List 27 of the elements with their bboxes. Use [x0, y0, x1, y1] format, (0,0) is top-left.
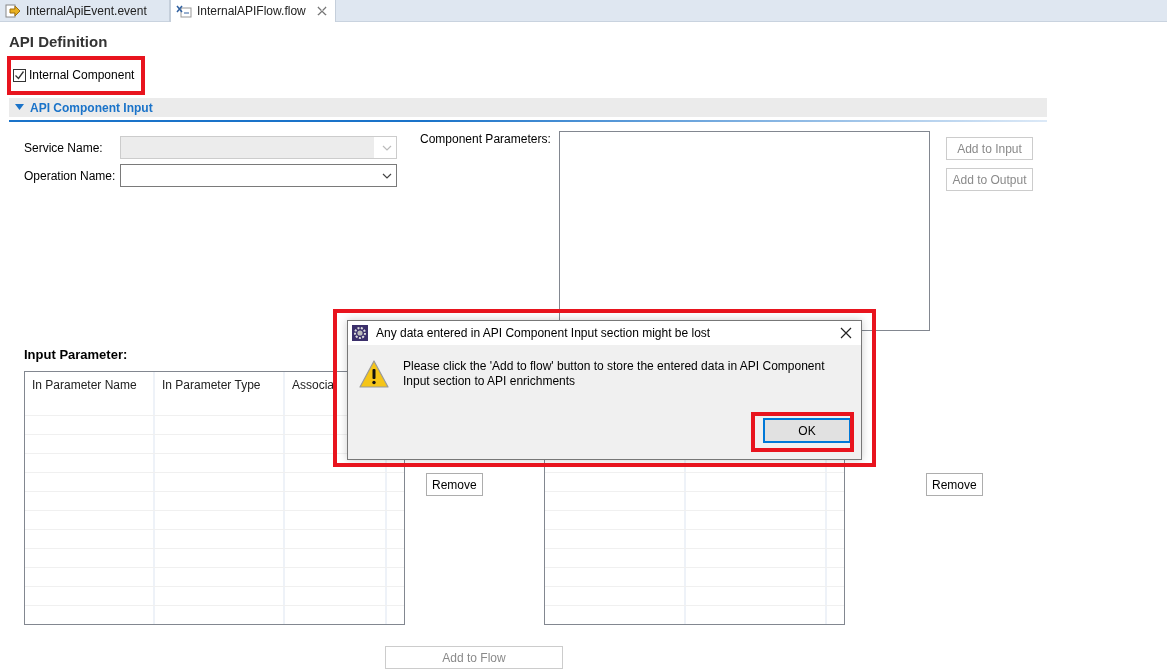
gear-app-icon	[352, 325, 368, 341]
expand-triangle-icon	[15, 104, 24, 111]
close-icon[interactable]	[840, 327, 852, 339]
internal-component-checkbox[interactable]: Internal Component	[9, 68, 135, 82]
remove-button[interactable]: Remove	[426, 473, 483, 496]
field-label: Component Parameters:	[420, 132, 552, 146]
dropdown-field[interactable]	[120, 164, 397, 187]
column-header: In Parameter Type	[155, 372, 285, 415]
section-title: API Component Input	[30, 100, 153, 115]
remove-button[interactable]: Remove	[926, 473, 983, 496]
event-file-icon	[5, 4, 21, 18]
page-title: API Definition	[9, 32, 109, 52]
dialog-title: Any data entered in API Component Input section might be lost	[376, 326, 711, 340]
dialog-message: Please click the 'Add to flow' button to store the entered data in API Component Input section to API enrichments	[403, 359, 826, 389]
checkmark-icon	[14, 69, 25, 81]
chevron-down-icon	[382, 144, 392, 151]
section-title: Input Parameter:	[23, 347, 129, 364]
section-header[interactable]: API Component Input	[9, 98, 1047, 117]
flow-file-icon	[176, 4, 192, 18]
ok-button[interactable]: OK	[763, 418, 851, 443]
editor-tab[interactable]: InternalAPIFlow.flow	[170, 0, 336, 22]
column-header: In Parameter Name	[25, 372, 155, 415]
warning-icon	[358, 359, 390, 389]
editor-tab[interactable]: InternalApiEvent.event	[0, 0, 170, 22]
field-label: Service Name:	[24, 140, 104, 155]
field-label: Operation Name:	[24, 168, 117, 183]
chevron-down-icon	[382, 172, 392, 179]
